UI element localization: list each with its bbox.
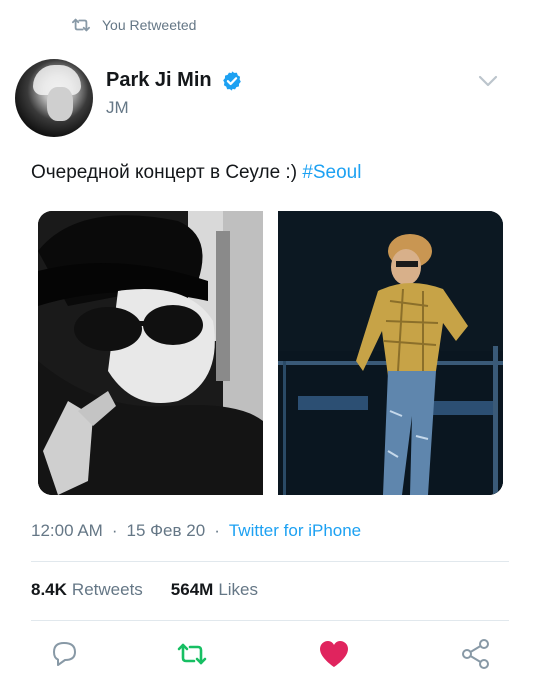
- photo-left-image: [38, 211, 263, 495]
- stats-row: 8.4K Retweets 564M Likes: [31, 580, 258, 600]
- tweet-text: Очередной концерт в Сеуле :) #Seoul: [31, 162, 361, 184]
- verified-icon: [222, 70, 241, 91]
- meta-separator: ·: [214, 521, 220, 540]
- tweet-source-link[interactable]: Twitter for iPhone: [229, 521, 361, 541]
- retweet-icon: [177, 643, 207, 665]
- media-photo-right[interactable]: [278, 211, 503, 495]
- tweet-date: 15 Фев 20: [126, 521, 206, 540]
- retweets-stat[interactable]: 8.4K Retweets: [31, 580, 143, 600]
- likes-label: Likes: [218, 580, 259, 599]
- divider: [31, 620, 509, 621]
- share-button[interactable]: [460, 638, 492, 670]
- retweets-count: 8.4K: [31, 580, 67, 599]
- likes-count: 564M: [170, 580, 214, 599]
- likes-stat[interactable]: 564M Likes: [171, 580, 258, 600]
- tweet-body: Очередной концерт в Сеуле :): [31, 162, 303, 183]
- media-photo-left[interactable]: [38, 211, 263, 495]
- heart-icon: [320, 641, 348, 667]
- retweet-banner-label: You Retweeted: [102, 17, 197, 33]
- meta-separator: ·: [111, 521, 118, 540]
- reply-icon: [53, 642, 76, 666]
- chevron-down-icon[interactable]: [477, 73, 499, 89]
- hashtag-link[interactable]: #Seoul: [302, 162, 361, 183]
- author-display-name[interactable]: Park Ji Min: [106, 69, 212, 92]
- retweet-button[interactable]: [176, 638, 208, 670]
- author-name-row[interactable]: Park Ji Min: [106, 69, 243, 92]
- share-icon: [462, 639, 489, 669]
- reply-button[interactable]: [48, 638, 80, 670]
- tweet-meta-row: 12:00 AM · 15 Фев 20 · Twitter for iPhon…: [31, 521, 361, 541]
- avatar[interactable]: [15, 59, 93, 137]
- author-handle[interactable]: JM: [106, 98, 129, 118]
- divider: [31, 561, 509, 562]
- retweet-icon: [72, 18, 91, 32]
- tweet-time: 12:00 AM: [31, 521, 103, 540]
- like-button[interactable]: [318, 638, 350, 670]
- photo-right-image: [278, 211, 503, 495]
- retweet-banner: You Retweeted: [70, 16, 196, 34]
- retweets-label: Retweets: [71, 580, 143, 599]
